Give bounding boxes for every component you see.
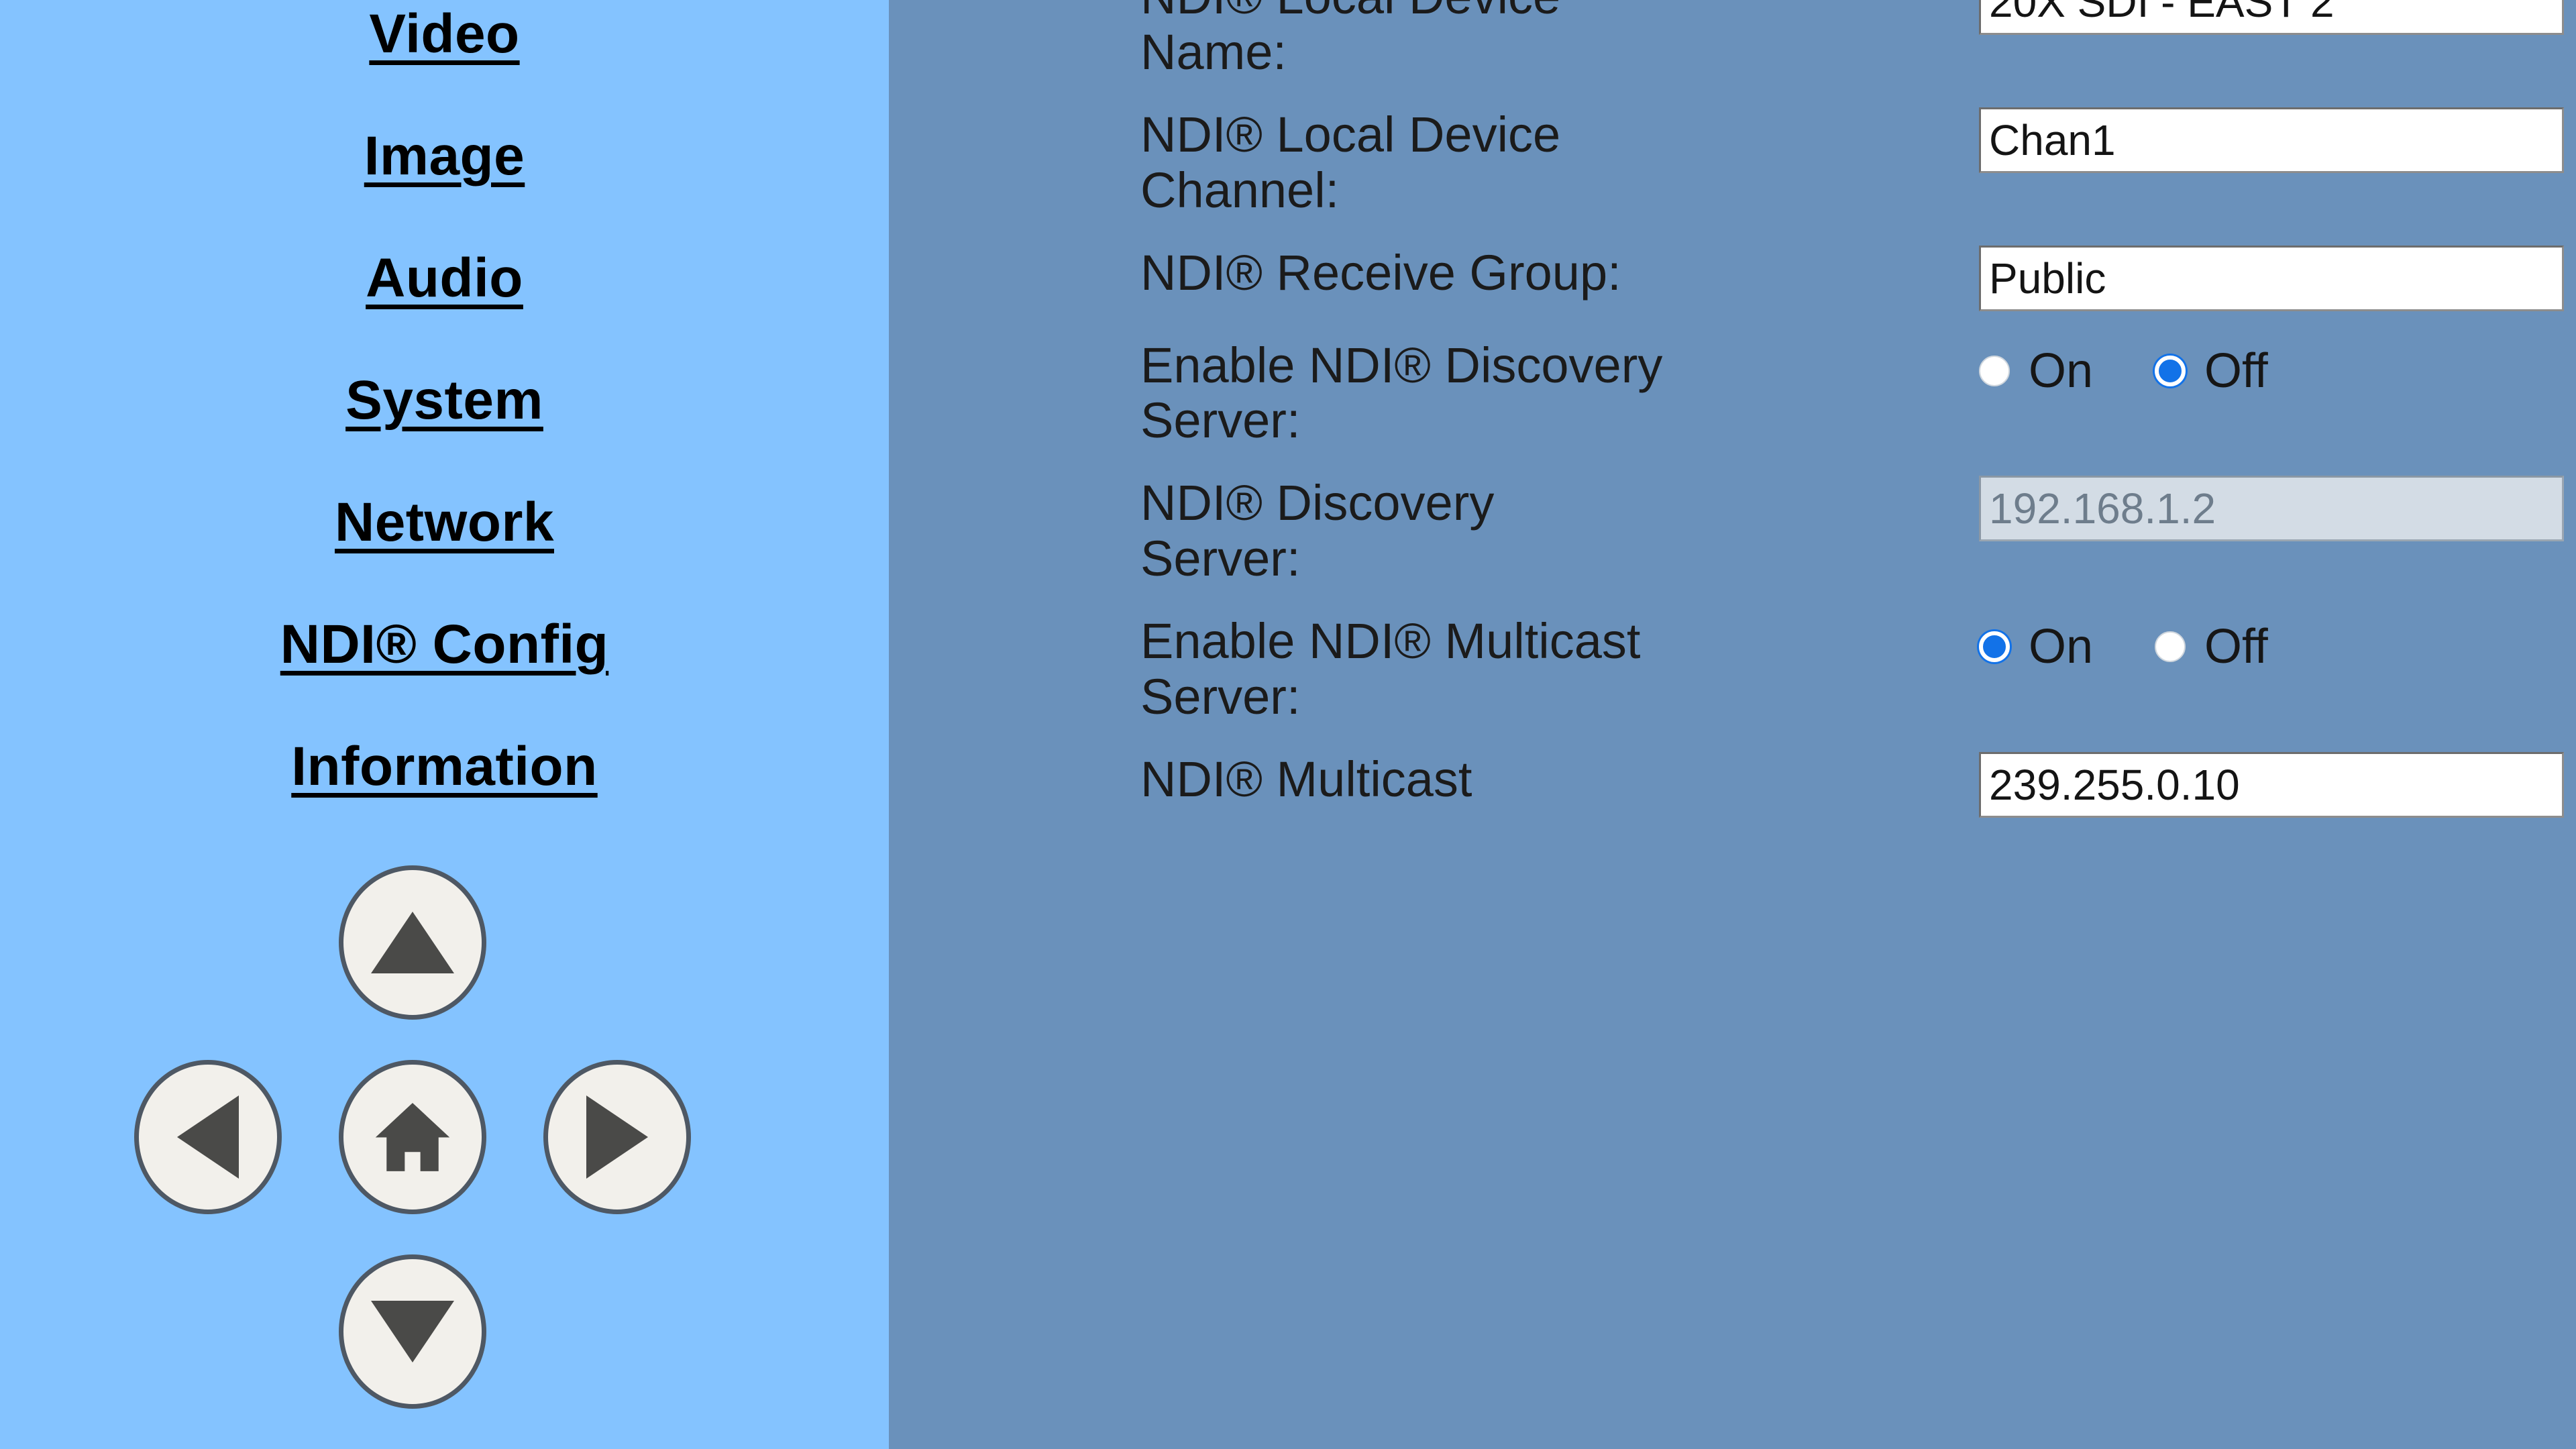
home-icon	[375, 1103, 450, 1171]
radio-label-off[interactable]: Off	[2204, 343, 2268, 398]
dpad-home-button[interactable]	[339, 1060, 486, 1214]
radio-multicast-on[interactable]	[1979, 631, 2010, 662]
ndi-config-page: Video Image Audio System Network NDI® Co…	[0, 0, 2576, 1449]
form-row-enable-multicast-server: Enable NDI® Multicast Server: On Off	[1140, 613, 2576, 725]
row-spacer	[1140, 725, 2576, 752]
label-multicast-address: NDI® Multicast	[1140, 751, 1472, 807]
radio-option-on[interactable]: On	[1979, 343, 2093, 398]
input-receive-group[interactable]: Public	[1979, 245, 2564, 311]
form-row-multicast-address: NDI® Multicast 239.255.0.10	[1140, 751, 2576, 818]
row-spacer	[1140, 587, 2576, 614]
dpad-left-button[interactable]	[134, 1060, 282, 1214]
label-cell: Enable NDI® Multicast Server:	[1140, 613, 1979, 725]
radio-group-enable-multicast-server: On Off	[1979, 614, 2576, 680]
label-cell: NDI® Local Device Name:	[1140, 0, 1979, 80]
row-spacer	[1140, 311, 2576, 338]
input-local-device-name[interactable]: 20X SDI - EAST 2	[1979, 0, 2564, 35]
input-discovery-server: 192.168.1.2	[1979, 476, 2564, 542]
radio-label-on[interactable]: On	[2029, 343, 2093, 398]
row-spacer	[1140, 80, 2576, 107]
sidebar-link-ndi-config[interactable]: NDI® Config	[280, 584, 609, 706]
form-row-local-device-channel: NDI® Local Device Channel: Chan1	[1140, 107, 2576, 219]
label-cell: Enable NDI® Discovery Server:	[1140, 337, 1979, 449]
label-cell: NDI® Receive Group:	[1140, 244, 1979, 311]
radio-discovery-off[interactable]	[2155, 355, 2186, 386]
control-cell: On Off	[1979, 338, 2576, 449]
right-arrow-icon	[586, 1095, 648, 1179]
form-row-receive-group: NDI® Receive Group: Public	[1140, 244, 2576, 311]
label-local-device-channel: NDI® Local Device Channel:	[1140, 106, 1561, 218]
sidebar-link-information[interactable]: Information	[291, 706, 597, 828]
radio-discovery-on[interactable]	[1979, 355, 2010, 386]
control-cell: 192.168.1.2	[1979, 476, 2576, 587]
control-cell: Chan1	[1979, 107, 2576, 219]
sidebar-item-system[interactable]: System	[0, 339, 889, 462]
radio-group-enable-discovery-server: On Off	[1979, 338, 2576, 404]
up-arrow-icon	[371, 912, 454, 973]
label-enable-multicast-server: Enable NDI® Multicast Server:	[1140, 613, 1641, 724]
control-cell: Public	[1979, 245, 2576, 311]
radio-option-on[interactable]: On	[1979, 619, 2093, 674]
radio-option-off[interactable]: Off	[2155, 619, 2268, 674]
label-local-device-name: NDI® Local Device Name:	[1140, 0, 1560, 80]
sidebar-link-video[interactable]: Video	[369, 0, 519, 95]
sidebar-nav-list: Video Image Audio System Network NDI® Co…	[0, 0, 889, 828]
label-cell: NDI® Multicast	[1140, 751, 1979, 818]
label-enable-discovery-server: Enable NDI® Discovery Server:	[1140, 337, 1663, 449]
label-cell: NDI® Local Device Channel:	[1140, 107, 1979, 219]
sidebar-link-audio[interactable]: Audio	[366, 217, 523, 339]
ptz-direction-pad	[134, 865, 691, 1409]
dpad-right-button[interactable]	[543, 1060, 691, 1214]
sidebar-item-video[interactable]: Video	[0, 0, 889, 95]
left-arrow-icon	[177, 1095, 239, 1179]
ndi-config-form: NDI® Local Device Name: 20X SDI - EAST 2…	[1140, 0, 2576, 818]
sidebar-navigation: Video Image Audio System Network NDI® Co…	[0, 0, 889, 1449]
radio-label-off[interactable]: Off	[2204, 619, 2268, 674]
sidebar-link-system[interactable]: System	[345, 339, 543, 462]
radio-option-off[interactable]: Off	[2155, 343, 2268, 398]
form-row-local-device-name: NDI® Local Device Name: 20X SDI - EAST 2	[1140, 0, 2576, 80]
label-discovery-server: NDI® Discovery Server:	[1140, 475, 1495, 587]
sidebar-link-image[interactable]: Image	[364, 95, 525, 217]
radio-label-on[interactable]: On	[2029, 619, 2093, 674]
input-multicast-address[interactable]: 239.255.0.10	[1979, 751, 2564, 818]
radio-multicast-off[interactable]	[2155, 631, 2186, 662]
dpad-down-button[interactable]	[339, 1254, 486, 1409]
form-row-discovery-server: NDI® Discovery Server: 192.168.1.2	[1140, 475, 2576, 587]
sidebar-link-network[interactable]: Network	[335, 462, 554, 584]
sidebar-item-network[interactable]: Network	[0, 462, 889, 584]
sidebar-item-audio[interactable]: Audio	[0, 217, 889, 339]
sidebar-item-image[interactable]: Image	[0, 95, 889, 217]
sidebar-item-information[interactable]: Information	[0, 706, 889, 828]
ndi-config-form-panel: NDI® Local Device Name: 20X SDI - EAST 2…	[889, 0, 2576, 1449]
row-spacer	[1140, 219, 2576, 246]
control-cell: 239.255.0.10	[1979, 751, 2576, 818]
control-cell: 20X SDI - EAST 2	[1979, 0, 2576, 80]
down-arrow-icon	[371, 1301, 454, 1362]
control-cell: On Off	[1979, 614, 2576, 725]
label-receive-group: NDI® Receive Group:	[1140, 244, 1621, 301]
sidebar-item-ndi-config[interactable]: NDI® Config	[0, 584, 889, 706]
row-spacer	[1140, 449, 2576, 476]
input-local-device-channel[interactable]: Chan1	[1979, 107, 2564, 173]
dpad-up-button[interactable]	[339, 865, 486, 1020]
form-row-enable-discovery-server: Enable NDI® Discovery Server: On Off	[1140, 337, 2576, 449]
label-cell: NDI® Discovery Server:	[1140, 475, 1979, 587]
